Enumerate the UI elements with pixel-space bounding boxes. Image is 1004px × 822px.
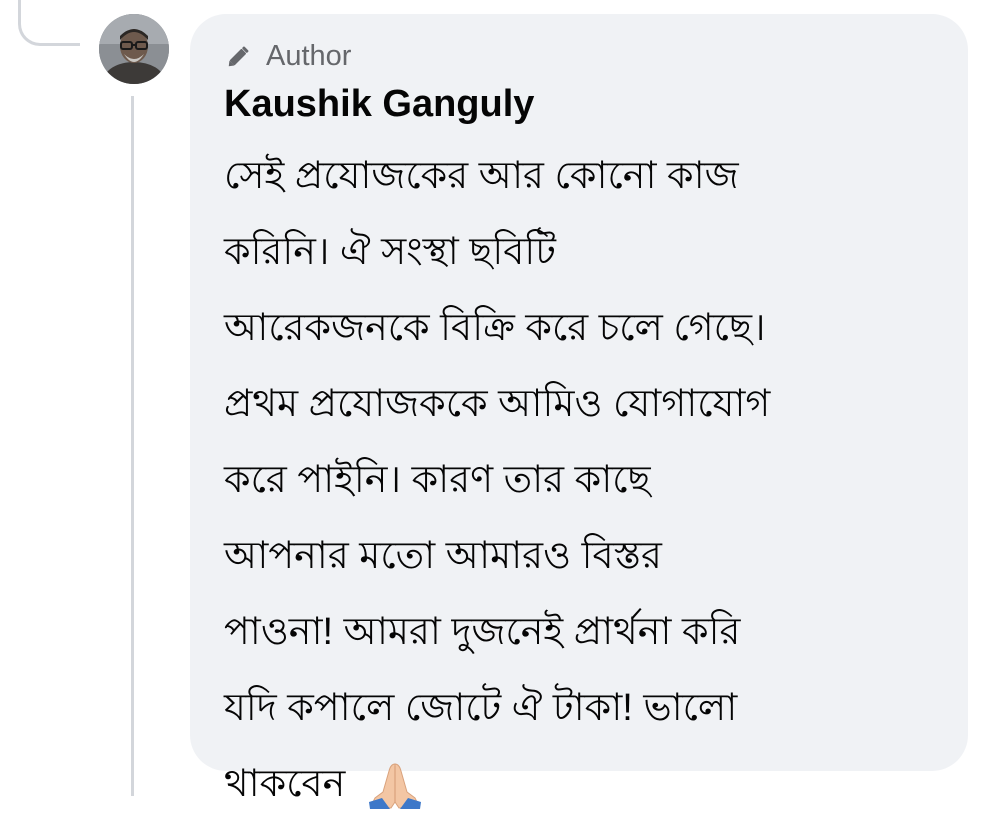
comment-text-last-line: থাকবেন: [224, 746, 934, 822]
comment-text-line: থাকবেন: [224, 763, 346, 805]
comment-text-line: যদি কপালে জোটে ঐ টাকা! ভালো: [224, 687, 738, 729]
author-badge-label: Author: [266, 40, 352, 72]
avatar-image: [99, 14, 169, 84]
comment-author-name[interactable]: Kaushik Ganguly: [224, 82, 534, 126]
author-badge: Author: [224, 40, 351, 72]
comment-text-line: পাওনা! আমরা দুজনেই প্রার্থনা করি: [224, 611, 741, 653]
thread-connector-curve: [18, 0, 80, 46]
comment-text-line: সেই প্রযোজকের আর কোনো কাজ: [224, 155, 739, 197]
comment-text-line: প্রথম প্রযোজককে আমিও যোগাযোগ: [224, 383, 771, 425]
thread-connector-line: [131, 96, 134, 796]
comment-bubble[interactable]: Author Kaushik Ganguly সেই প্রযোজকের আর …: [190, 14, 968, 809]
comment-text: সেই প্রযোজকের আর কোনো কাজ করিনি। ঐ সংস্থ…: [224, 138, 934, 822]
pencil-icon: [228, 46, 249, 67]
comment-text-line: করে পাইনি। কারণ তার কাছে: [224, 459, 651, 501]
comment-text-line: আপনার মতো আমারও বিস্তর: [224, 535, 662, 577]
comment-text-line: করিনি। ঐ সংস্থা ছবিটি: [224, 231, 556, 273]
comment-text-line: আরেকজনকে বিক্রি করে চলে গেছে।: [224, 307, 766, 349]
folded-hands-emoji: [368, 763, 421, 809]
avatar[interactable]: [99, 14, 169, 84]
